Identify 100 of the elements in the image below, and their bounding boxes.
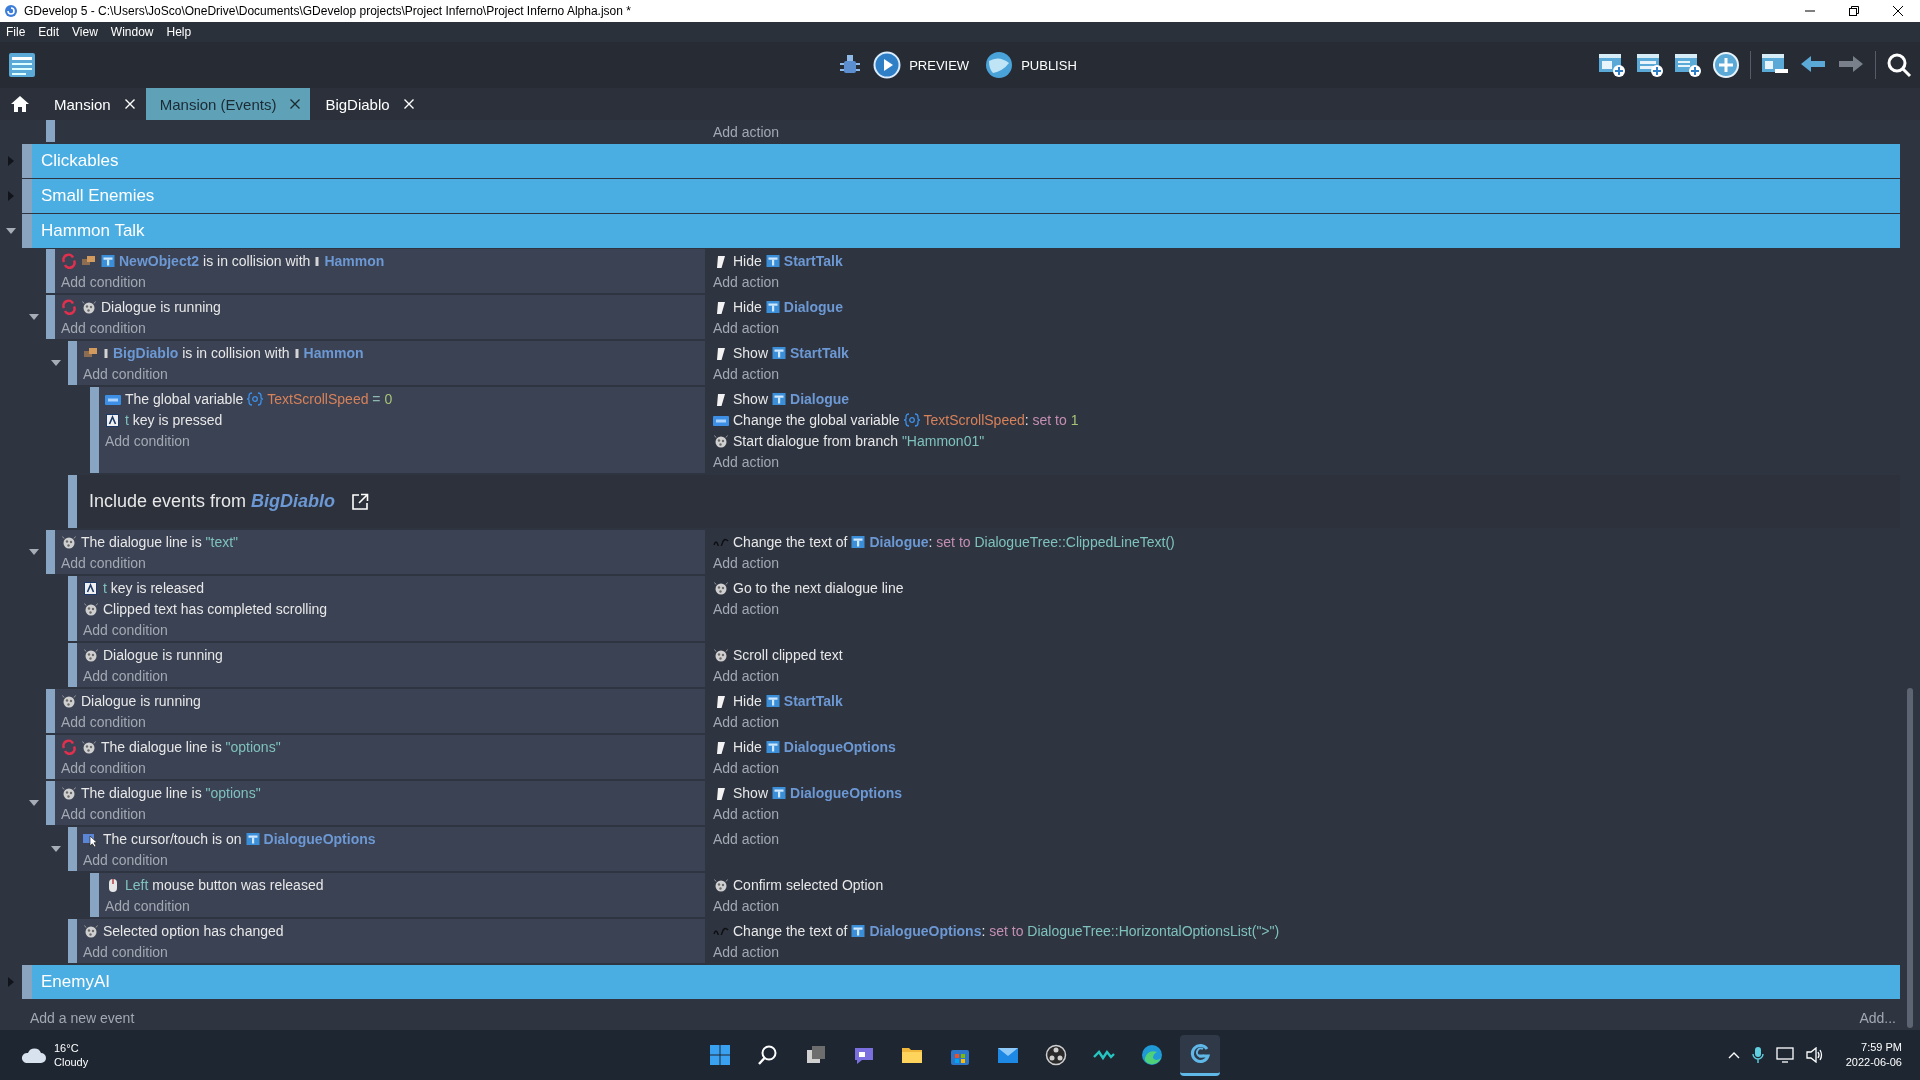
object-icon: [765, 253, 780, 268]
action-text: StartTalk: [783, 252, 843, 269]
collapse-arrow-icon[interactable]: [29, 549, 39, 555]
add-action-link[interactable]: Add action: [713, 273, 780, 290]
collapse-arrow-icon[interactable]: [51, 360, 61, 366]
clock-time[interactable]: 7:59 PM: [1861, 1040, 1902, 1055]
monitor-icon[interactable]: [1775, 1047, 1794, 1063]
plus-circle-icon[interactable]: [1712, 51, 1740, 79]
action-text: Hide: [733, 252, 762, 269]
add-condition-link[interactable]: Add condition: [61, 805, 146, 822]
browser-icon[interactable]: [1140, 1043, 1164, 1067]
tab[interactable]: BigDiablo: [311, 88, 424, 120]
action-text: Dialogue: [790, 390, 850, 407]
dotted-ball-icon: [713, 646, 729, 663]
object-icon: [765, 693, 780, 708]
home-icon[interactable]: [10, 95, 30, 113]
preview-button[interactable]: PREVIEW: [869, 49, 974, 81]
add-action-link[interactable]: Add action: [713, 713, 780, 730]
object-icon: [772, 345, 787, 360]
add-action-link[interactable]: Add action: [713, 897, 780, 914]
close-icon[interactable]: [1893, 6, 1903, 16]
condition-text: t key is pressed: [125, 411, 223, 428]
restore-icon[interactable]: [1849, 6, 1859, 16]
scribble-icon: [713, 537, 729, 546]
condition-text: Dialogue is running: [103, 646, 223, 663]
add-condition-link[interactable]: Add condition: [61, 273, 146, 290]
play-icon: [873, 51, 902, 79]
add-action-link[interactable]: Add action: [713, 123, 780, 140]
menu-item[interactable]: File: [6, 25, 26, 39]
menu-item[interactable]: Window: [110, 25, 154, 39]
action-text: Dialogue: set to DialogueTree::ClippedLineText(): [869, 533, 1175, 550]
scribble-icon: [713, 926, 729, 935]
circle-icon[interactable]: [1044, 1043, 1068, 1067]
add-condition-link[interactable]: Add condition: [61, 319, 146, 336]
add-condition-link[interactable]: Add condition: [61, 713, 146, 730]
tab[interactable]: Mansion (Events): [145, 88, 311, 120]
object-icon: [772, 785, 787, 800]
action-text: Change the text of: [733, 922, 848, 939]
add-condition-link[interactable]: Add condition: [105, 432, 190, 449]
list-icon[interactable]: [8, 52, 36, 78]
action-text: TextScrollSpeed: set to 1: [923, 411, 1079, 428]
add-condition-link[interactable]: Add condition: [83, 667, 168, 684]
microphone-icon[interactable]: [1751, 1046, 1764, 1064]
speaker-icon[interactable]: [1805, 1047, 1824, 1063]
scrollbar-thumb[interactable]: [1907, 688, 1913, 1028]
action-text: Change the text of: [733, 533, 848, 550]
condition-text: The global variable: [125, 390, 244, 407]
condition-text: Hammon: [303, 344, 364, 361]
action-text: DialogueOptions: [790, 784, 903, 801]
search-icon[interactable]: [1886, 52, 1912, 78]
add-action-link[interactable]: Add action: [713, 453, 780, 470]
add-action-link[interactable]: Add action: [713, 759, 780, 776]
external-link-icon[interactable]: [351, 492, 370, 511]
clock-date[interactable]: 2022-06-06: [1845, 1055, 1902, 1070]
add-event-link[interactable]: Add a new event: [30, 1010, 135, 1026]
action-text: DialogueOptions: set to DialogueTree::HorizontalOptionsList(">"): [869, 922, 1280, 939]
menu-item[interactable]: View: [72, 25, 98, 39]
action-text: Change the global variable: [733, 411, 900, 428]
collapse-arrow-icon[interactable]: [6, 228, 16, 234]
condition-text: Left mouse button was released: [125, 876, 324, 893]
menu-item[interactable]: Help: [166, 25, 192, 39]
add-condition-link[interactable]: Add condition: [83, 621, 168, 638]
action-text: Show: [733, 390, 769, 407]
add-action-link[interactable]: Add action: [713, 365, 780, 382]
windows-icon[interactable]: [708, 1043, 732, 1067]
add-condition-link[interactable]: Add condition: [83, 851, 168, 868]
add-condition-link[interactable]: Add condition: [83, 365, 168, 382]
add-condition-link[interactable]: Add condition: [61, 759, 146, 776]
collapse-arrow-icon[interactable]: [51, 846, 61, 852]
publish-button[interactable]: PUBLISH: [981, 49, 1081, 81]
action-text: Show: [733, 784, 769, 801]
condition-text: The dialogue line is "options": [81, 784, 261, 801]
add-condition-link[interactable]: Add condition: [83, 943, 168, 960]
add-action-link[interactable]: Add action: [713, 667, 780, 684]
add-condition-link[interactable]: Add condition: [105, 897, 190, 914]
collapse-arrow-icon[interactable]: [29, 800, 39, 806]
add-action-link[interactable]: Add action: [713, 600, 780, 617]
chevron-up-icon[interactable]: [1727, 1051, 1740, 1059]
collapse-arrow-icon[interactable]: [29, 314, 39, 320]
action-text: Show: [733, 344, 769, 361]
window-plus-icon[interactable]: [1674, 51, 1702, 79]
add-action-link[interactable]: Add action: [713, 943, 780, 960]
condition-text: The cursor/touch is on: [103, 830, 242, 847]
add-action-link[interactable]: Add action: [713, 805, 780, 822]
braces-icon: [903, 412, 920, 427]
condition-text: Dialogue is running: [81, 692, 201, 709]
condition-text: Selected option has changed: [103, 922, 284, 939]
window-plus-icon[interactable]: [1636, 51, 1664, 79]
add-condition-link[interactable]: Add condition: [61, 554, 146, 571]
condition-text: Dialogue is running: [101, 298, 221, 315]
action-text: Hide: [733, 738, 762, 755]
add-more-link[interactable]: Add...: [1859, 1010, 1896, 1026]
add-action-link[interactable]: Add action: [713, 319, 780, 336]
add-action-link[interactable]: Add action: [713, 830, 780, 847]
action-text: Dialogue: [783, 298, 843, 315]
add-action-link[interactable]: Add action: [713, 554, 780, 571]
dotted-ball-icon: [713, 876, 729, 893]
window-plus-icon[interactable]: [1598, 51, 1626, 79]
tab[interactable]: Mansion: [40, 88, 145, 120]
menu-item[interactable]: Edit: [38, 25, 60, 39]
